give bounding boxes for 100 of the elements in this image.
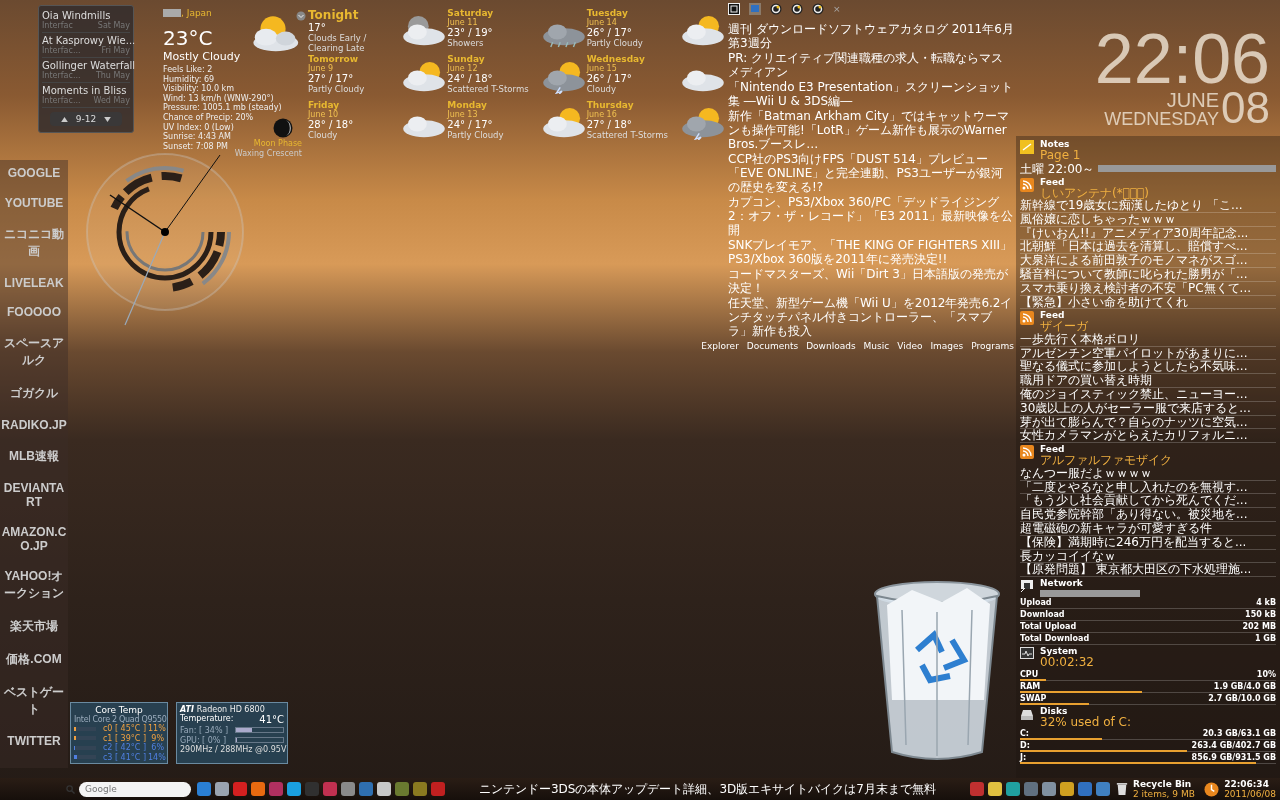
- collapse-icon[interactable]: [296, 11, 306, 21]
- app-icon[interactable]: [377, 782, 391, 796]
- app-icon[interactable]: [1060, 782, 1074, 796]
- app-icon[interactable]: [323, 782, 337, 796]
- bookmark-link[interactable]: DEVIANTART: [0, 480, 68, 509]
- stat-label: CPU: [1020, 668, 1039, 680]
- bookmark-link[interactable]: 価格.COM: [0, 651, 68, 669]
- feed-item[interactable]: 騒音料について教師に叱られた勝男が「...: [1020, 268, 1276, 282]
- bookmark-link[interactable]: GOOGLE: [0, 166, 68, 180]
- app-icon[interactable]: [269, 782, 283, 796]
- feed-item[interactable]: 超電磁砲の新キャラが可愛すぎる件: [1020, 521, 1276, 536]
- photo-date: Sat May: [97, 21, 130, 30]
- news-headline[interactable]: 週刊 ダウンロードソフトウェアカタログ 2011年6月第3週分: [728, 22, 1014, 50]
- feed-item[interactable]: スマホ乗り換え検討者の不安「PC無くて...: [1020, 281, 1276, 296]
- round-app-icon[interactable]: [791, 3, 803, 15]
- monitor-icon[interactable]: [749, 3, 761, 15]
- feed-item[interactable]: 新幹線で19歳女に痴漢したゆとり 「こ...: [1020, 199, 1276, 213]
- feed-item[interactable]: 【緊急】小さい命を助けてくれ: [1020, 295, 1276, 310]
- window-icon[interactable]: [728, 3, 740, 15]
- feed-item[interactable]: 職用ドアの買い替え時期: [1020, 374, 1276, 389]
- round-app-icon[interactable]: [770, 3, 782, 15]
- forecast-date: June 12: [447, 64, 478, 73]
- news-headline[interactable]: 任天堂、新型ゲーム機「Wii U」を2012年発売6.2インチタッチパネル付きコントローラー、「スマブラ」新作も投入: [728, 296, 1014, 338]
- bookmark-link[interactable]: ゴガクル: [0, 385, 68, 403]
- news-headline[interactable]: 「Nintendo E3 Presentation」スクリーンショット集 ―Wii U & 3DS編―: [728, 80, 1014, 108]
- forecast-condition: Showers: [447, 38, 485, 48]
- folder-link[interactable]: Programs: [971, 341, 1014, 351]
- feed-item[interactable]: 芽が出て膨らんで？自らのナッツに空気...: [1020, 415, 1276, 430]
- bookmark-link[interactable]: LIVELEAK: [0, 275, 68, 290]
- app-icon[interactable]: [1042, 782, 1056, 796]
- app-icon[interactable]: [1096, 782, 1110, 796]
- section-title: Disks: [1040, 705, 1069, 716]
- folder-link[interactable]: Downloads: [806, 341, 856, 351]
- feed-item[interactable]: 「もう少し社会貢献してから死んでくだ...: [1020, 494, 1276, 509]
- news-headline[interactable]: CCP社のPS3向けFPS「DUST 514」プレビュー「EVE ONLINE」と完全連動、PS3ユーザーが銀河の歴史を変える!?: [728, 152, 1014, 194]
- search-field[interactable]: Google: [79, 781, 191, 797]
- feed-item[interactable]: 聖なる儀式に参加しようとしたら不気味...: [1020, 360, 1276, 375]
- app-icon[interactable]: [1078, 782, 1092, 796]
- feed-item[interactable]: 俺のジョイスティック禁止、ニューヨー...: [1020, 388, 1276, 402]
- stat-label: Total Upload: [1020, 621, 1077, 633]
- feed-item[interactable]: 風俗嬢に恋しちゃったｗｗｗ: [1020, 212, 1276, 227]
- down-arrow-icon[interactable]: [104, 116, 112, 122]
- feed-item[interactable]: 【保険】満期時に246万円を配当すると...: [1020, 535, 1276, 550]
- app-icon[interactable]: [431, 782, 445, 796]
- feed-item[interactable]: 自民党参院幹部「あり得ない。被災地を...: [1020, 508, 1276, 522]
- photo-title[interactable]: Oia Windmills: [42, 10, 130, 21]
- app-icon[interactable]: [970, 782, 984, 796]
- app-icon[interactable]: [341, 782, 355, 796]
- app-icon[interactable]: [359, 782, 373, 796]
- app-icon[interactable]: [1006, 782, 1020, 796]
- photo-title[interactable]: Moments in Bliss: [42, 85, 130, 96]
- bookmark-link[interactable]: TWITTER: [0, 733, 68, 748]
- bookmark-link[interactable]: AMAZON.CO.JP: [0, 524, 68, 553]
- feed-item[interactable]: なんつー服だよｗｗｗｗ: [1020, 466, 1276, 481]
- bookmark-link[interactable]: スペースアルク: [0, 335, 68, 370]
- news-ticker[interactable]: ニンテンドー3DSの本体アップデート詳細、3D版エキサイトバイクは7月末まで無料: [451, 780, 964, 798]
- feed-item[interactable]: アルゼンチン空軍パイロットがあまりに...: [1020, 346, 1276, 361]
- stat-label: RAM: [1020, 680, 1041, 692]
- forecast-temperature: 26° / 17°: [586, 73, 633, 84]
- app-icon[interactable]: [395, 782, 409, 796]
- bookmark-link[interactable]: MLB速報: [0, 447, 68, 465]
- feed-item[interactable]: 30歳以上の人がセーラー服で来店すると...: [1020, 401, 1276, 416]
- bookmark-link[interactable]: YAHOO!オークション: [0, 568, 68, 603]
- bookmark-link[interactable]: RADIKO.JP: [0, 418, 68, 432]
- folder-link[interactable]: Images: [930, 341, 964, 351]
- app-icon[interactable]: [215, 782, 229, 796]
- trash-can-icon[interactable]: [1116, 782, 1128, 796]
- app-icon[interactable]: [988, 782, 1002, 796]
- up-arrow-icon[interactable]: [60, 116, 68, 122]
- moon-phase-label: Moon Phase: [253, 139, 302, 148]
- bookmark-link[interactable]: FOOOOO: [0, 305, 68, 320]
- folder-link[interactable]: Video: [897, 341, 923, 351]
- sun-cloud-icon: [401, 60, 448, 94]
- weather-detail: Feels Like: 2: [163, 65, 213, 75]
- photo-source: Interfac: [42, 21, 73, 30]
- app-icon[interactable]: [413, 782, 427, 796]
- feed-item[interactable]: 北朝鮮「日本は過去を清算し、賠償すべ...: [1020, 240, 1276, 255]
- stat-value: 1 GB: [1255, 633, 1276, 645]
- bookmark-link[interactable]: ベストゲート: [0, 684, 68, 719]
- folder-link[interactable]: Explorer: [701, 341, 739, 351]
- feed-item[interactable]: 長カッコイイなｗ: [1020, 549, 1276, 564]
- feed-item[interactable]: 「二度とやるなと申し入れたのを無視す...: [1020, 480, 1276, 495]
- app-icon[interactable]: [197, 782, 211, 796]
- feed-item[interactable]: 一歩先行く本格ボロリ: [1020, 332, 1276, 347]
- round-app-icon[interactable]: [812, 3, 824, 15]
- folder-link[interactable]: Music: [863, 341, 890, 351]
- folder-link[interactable]: Documents: [746, 341, 799, 351]
- feed-item[interactable]: 大泉洋による前田敦子のモノマネがスゴ...: [1020, 254, 1276, 268]
- app-icon[interactable]: [305, 782, 319, 796]
- app-icon[interactable]: [287, 782, 301, 796]
- news-headline[interactable]: PR: クリエイティブ関連職種の求人・転職ならマスメディアン: [728, 51, 1014, 79]
- feed-item[interactable]: 女性カメラマンがとらえたカリフォルニ...: [1020, 429, 1276, 444]
- bookmark-link[interactable]: 楽天市場: [0, 618, 68, 636]
- app-icon[interactable]: [251, 782, 265, 796]
- app-icon[interactable]: [1024, 782, 1038, 796]
- feed-item[interactable]: 【原発問題】 東京都大田区の下水処理施...: [1020, 563, 1276, 578]
- feed-item[interactable]: 『けいおん!!』アニメディア30周年記念...: [1020, 226, 1276, 241]
- app-icon[interactable]: [233, 782, 247, 796]
- news-headline[interactable]: 新作「Batman Arkham City」ではキャットウーマンも操作可能!「LotR」ゲーム新作も展示のWarner Bros.ブースレ…: [728, 109, 1014, 151]
- section-title: Feed: [1040, 444, 1066, 455]
